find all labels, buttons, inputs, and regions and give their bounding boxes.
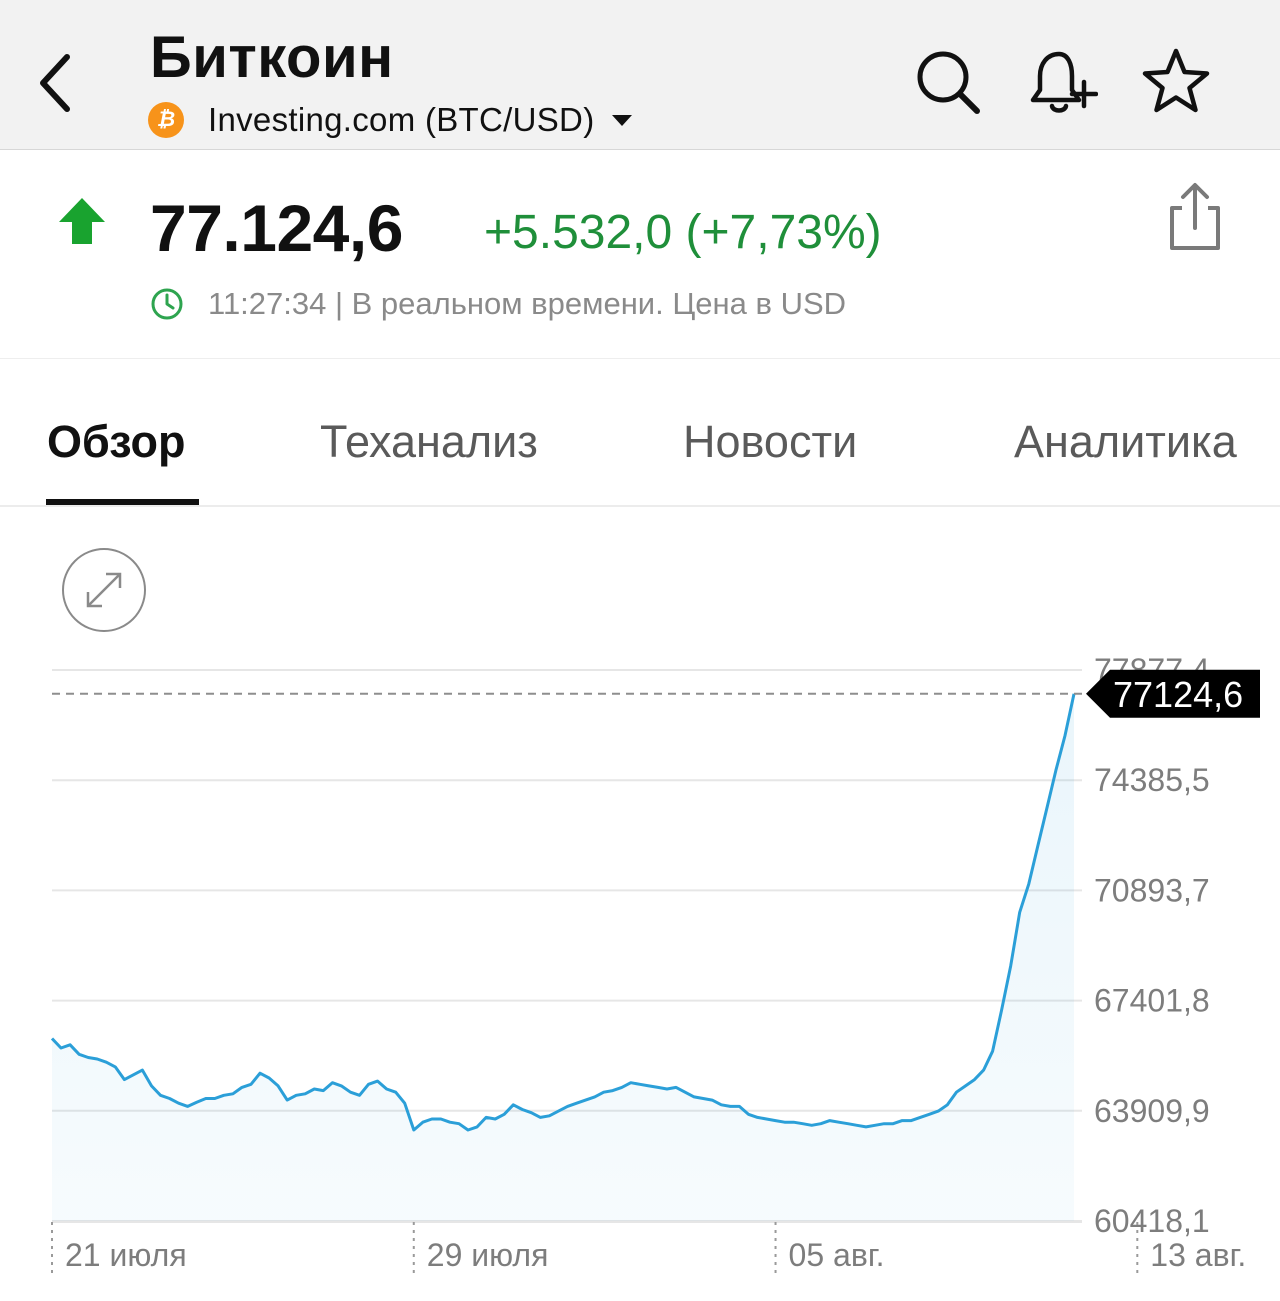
price-area (52, 693, 1074, 1221)
quote-panel: 77.124,6 +5.532,0 (+7,73%) 11:27:34 | В … (0, 150, 1280, 359)
tab-analytics[interactable]: Аналитика (1014, 416, 1237, 468)
search-button[interactable] (912, 46, 984, 118)
last-price: 77.124,6 (150, 191, 403, 265)
tab-bar: Обзор Теханализ Новости Аналитика (0, 360, 1280, 507)
x-tick-label: 13 авг. (1150, 1237, 1246, 1273)
arrow-up-icon (59, 198, 105, 244)
back-chevron-icon (40, 54, 70, 112)
add-alert-button[interactable] (1026, 46, 1098, 118)
star-icon (1142, 48, 1210, 113)
caret-down-icon (612, 114, 633, 126)
source-label: Investing.com (BTC/USD) (208, 101, 595, 138)
app-header: Биткоин ₿ Investing.com (BTC/USD) (0, 0, 1280, 150)
timestamp-text: 11:27:34 | В реальном времени. Цена в US… (208, 286, 847, 321)
expand-icon (86, 572, 122, 608)
x-tick-label: 05 авг. (789, 1237, 885, 1273)
tab-news[interactable]: Новости (683, 416, 857, 468)
clock-icon (151, 288, 183, 320)
price-chart[interactable]: 77877,474385,570893,767401,863909,960418… (0, 640, 1280, 1301)
share-icon (1170, 183, 1220, 250)
y-tick-label: 63909,9 (1094, 1093, 1210, 1129)
last-price-label: 77124,6 (1113, 674, 1243, 715)
favorite-button[interactable] (1140, 46, 1212, 118)
x-tick-label: 21 июля (65, 1237, 187, 1273)
search-icon (917, 51, 980, 114)
tab-technical[interactable]: Теханализ (320, 416, 538, 468)
share-button[interactable] (1162, 180, 1228, 254)
price-change: +5.532,0 (+7,73%) (484, 206, 882, 259)
tab-overview[interactable]: Обзор (47, 416, 185, 468)
x-tick-label: 29 июля (427, 1237, 549, 1273)
y-tick-label: 74385,5 (1094, 762, 1210, 798)
y-tick-label: 60418,1 (1094, 1203, 1210, 1239)
active-tab-indicator (46, 499, 199, 505)
source-selector[interactable]: ₿ Investing.com (BTC/USD) (148, 98, 633, 142)
timestamp-row: 11:27:34 | В реальном времени. Цена в US… (150, 286, 846, 322)
page-title: Биткоин (150, 25, 394, 90)
expand-chart-button[interactable] (62, 548, 146, 632)
y-tick-label: 70893,7 (1094, 872, 1210, 908)
back-button[interactable] (30, 48, 80, 118)
last-price-tag: 77124,6 (1086, 669, 1260, 718)
bitcoin-icon: ₿ (148, 102, 184, 138)
price-line (50, 693, 1076, 1132)
y-tick-label: 67401,8 (1094, 983, 1210, 1019)
bell-plus-icon (1030, 51, 1098, 113)
